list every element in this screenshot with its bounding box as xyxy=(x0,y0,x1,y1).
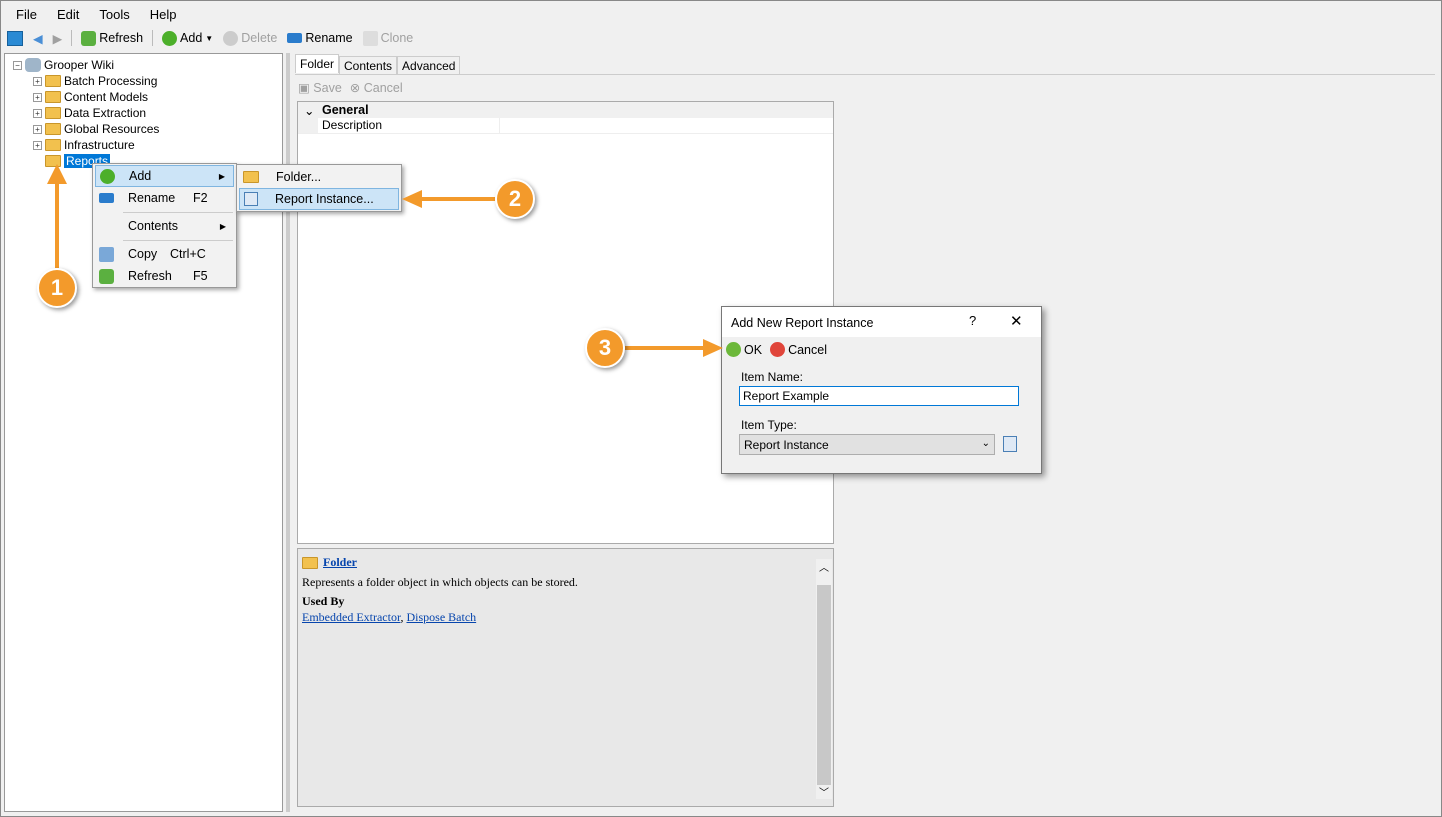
step-badge-3: 3 xyxy=(585,328,625,368)
annotation-arrows xyxy=(47,164,723,357)
step-badge-1: 1 xyxy=(37,268,77,308)
step-badge-2: 2 xyxy=(495,179,535,219)
